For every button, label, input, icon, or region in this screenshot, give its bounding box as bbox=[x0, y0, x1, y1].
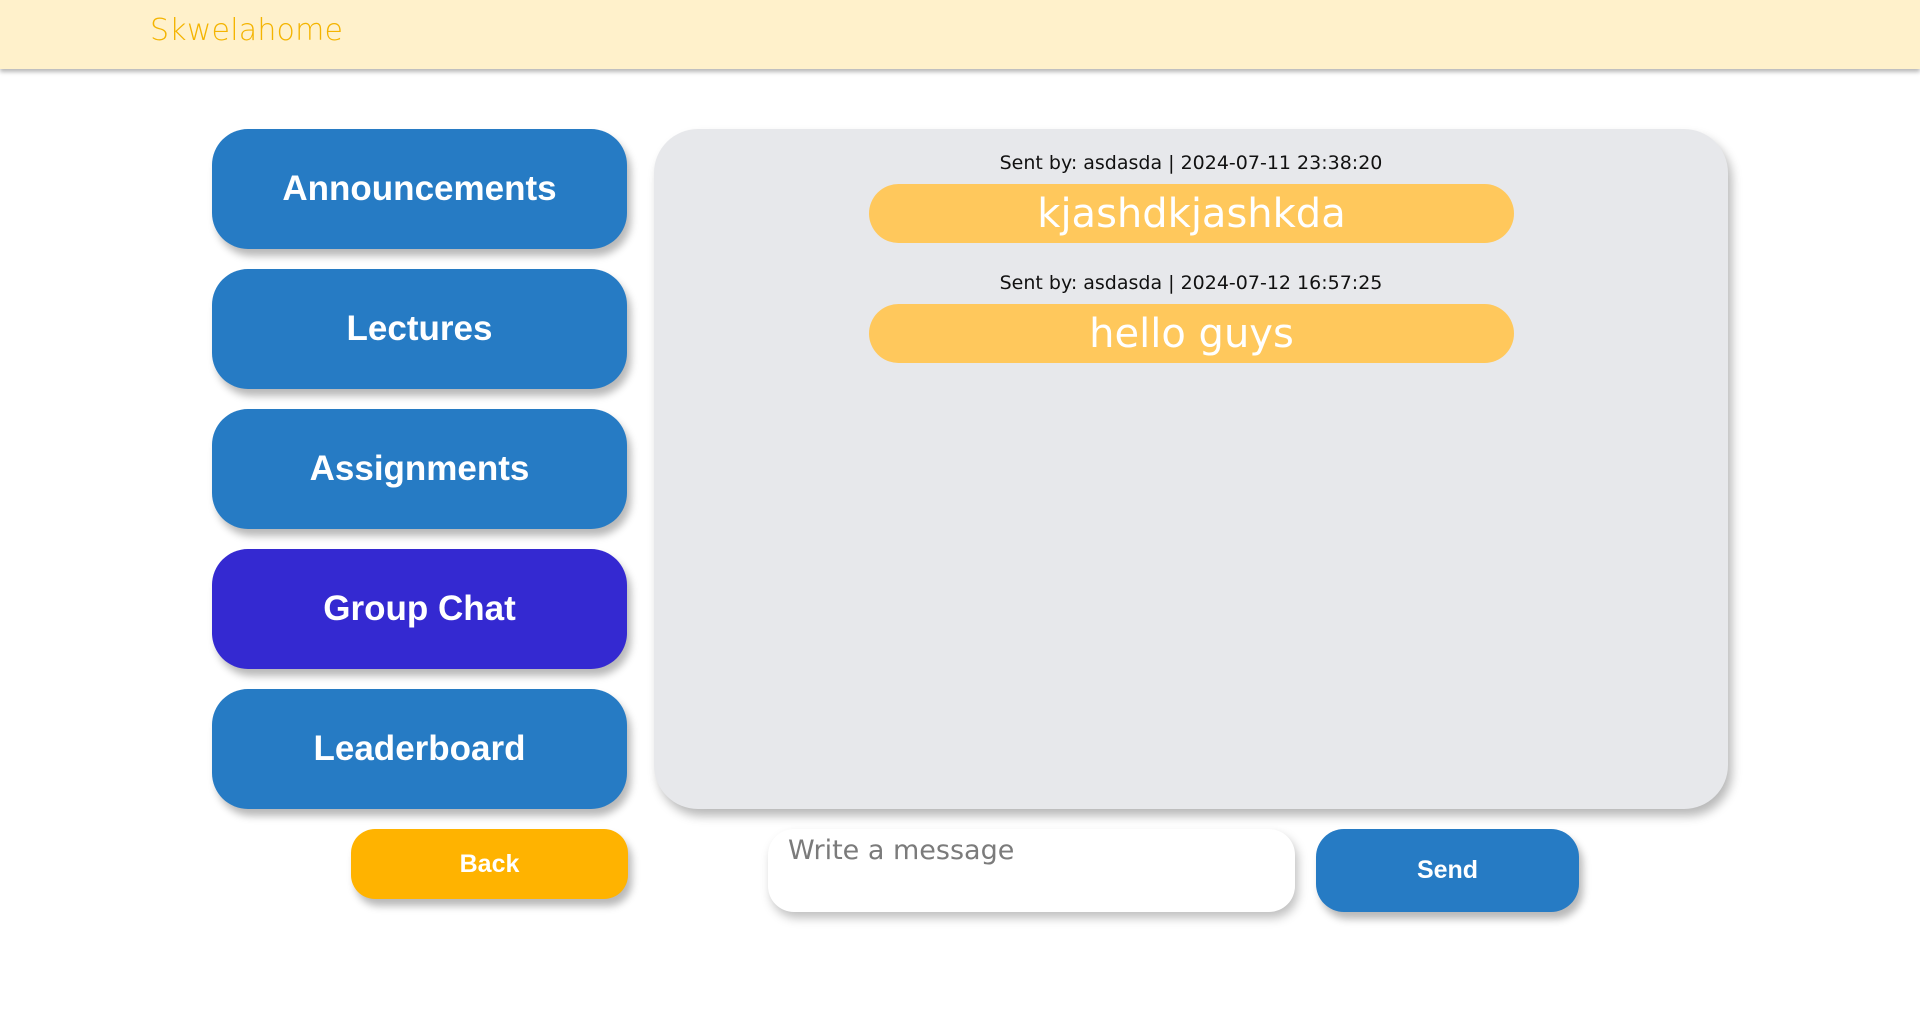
chat-messages-panel[interactable]: Sent by: asdasda | 2024-07-11 23:38:20 k… bbox=[654, 129, 1728, 809]
message-input[interactable] bbox=[768, 829, 1295, 912]
message-bubble: kjashdkjashkda bbox=[869, 184, 1514, 243]
send-button[interactable]: Send bbox=[1316, 829, 1579, 912]
message-meta: Sent by: asdasda | 2024-07-11 23:38:20 bbox=[999, 152, 1383, 174]
nav-button-lectures[interactable]: Lectures bbox=[212, 269, 627, 389]
nav-button-group-chat[interactable]: Group Chat bbox=[212, 549, 627, 669]
back-button[interactable]: Back bbox=[351, 829, 628, 899]
nav-button-announcements[interactable]: Announcements bbox=[212, 129, 627, 249]
message-meta: Sent by: asdasda | 2024-07-12 16:57:25 bbox=[999, 272, 1383, 294]
brand-logo-text[interactable]: Skwelahome bbox=[150, 13, 343, 48]
nav-button-assignments[interactable]: Assignments bbox=[212, 409, 627, 529]
nav-button-leaderboard[interactable]: Leaderboard bbox=[212, 689, 627, 809]
message-bubble: hello guys bbox=[869, 304, 1514, 363]
top-bar: Skwelahome bbox=[0, 0, 1920, 69]
